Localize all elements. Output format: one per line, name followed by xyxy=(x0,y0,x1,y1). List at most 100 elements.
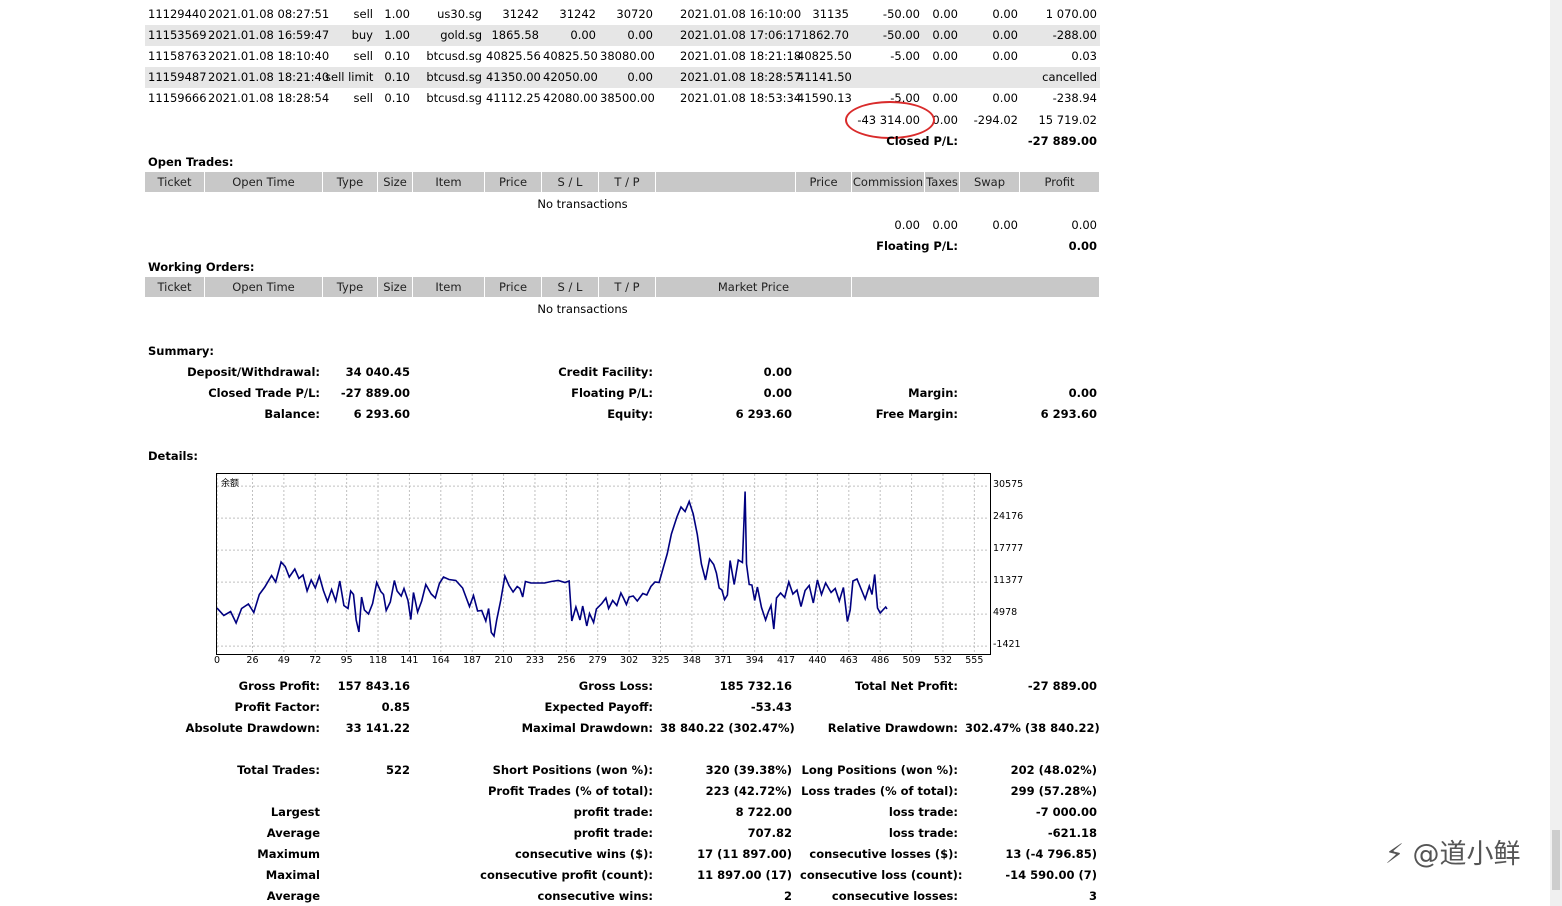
cell-open-time: 2021.01.08 18:21:40 xyxy=(208,70,330,84)
x-tick-label: 233 xyxy=(525,655,544,666)
column-header[interactable]: Size xyxy=(378,277,413,297)
cell-close-time: 2021.01.08 18:28:57 xyxy=(680,70,802,84)
cell-item: gold.sg xyxy=(440,28,482,42)
cell-commission: -5.00 xyxy=(890,49,920,63)
stat-value: 38 840.22 (302.47%) xyxy=(660,721,795,735)
column-header[interactable] xyxy=(656,172,796,192)
cell-item: btcusd.sg xyxy=(426,49,482,63)
closed-pl-label: Closed P/L: xyxy=(886,134,958,148)
stat-label: Profit Factor: xyxy=(234,700,320,714)
scrollbar-thumb[interactable] xyxy=(1552,830,1560,890)
table-row: 11159666 2021.01.08 18:28:54 sell 0.10 btcus… xyxy=(145,88,1100,109)
column-header[interactable] xyxy=(852,277,1100,297)
column-header[interactable]: Size xyxy=(378,172,413,192)
open-trades-header: Ticket Open Time Type Size Item Price S / LT /… xyxy=(145,172,1100,192)
column-header[interactable]: Price xyxy=(485,277,542,297)
open-total-taxes: 0.00 xyxy=(932,218,958,232)
stat-label: Relative Drawdown: xyxy=(827,721,958,735)
x-tick-label: 187 xyxy=(463,655,482,666)
column-header[interactable]: Open Time xyxy=(205,277,323,297)
x-tick-label: 279 xyxy=(588,655,607,666)
chart-legend-label: 余额 xyxy=(221,479,240,489)
cell-item: btcusd.sg xyxy=(426,91,482,105)
cell-profit: 1 070.00 xyxy=(1045,7,1097,21)
deposit-label: Deposit/Withdrawal: xyxy=(187,365,320,379)
stat-label: Loss trades (% of total): xyxy=(801,784,958,798)
open-trades-empty: No transactions xyxy=(537,197,628,211)
y-tick-label: 30575 xyxy=(993,479,1024,491)
column-header[interactable]: T / P xyxy=(599,172,656,192)
column-header[interactable]: Open Time xyxy=(205,172,323,192)
cell-taxes: 0.00 xyxy=(932,28,958,42)
column-header[interactable]: Price xyxy=(796,172,852,192)
stat-value: 202 (48.02%) xyxy=(1010,763,1097,777)
cell-open-time: 2021.01.08 08:27:51 xyxy=(208,7,330,21)
equity-label: Equity: xyxy=(607,407,653,421)
deposit-value: 34 040.45 xyxy=(345,365,410,379)
summary-floating-label: Floating P/L: xyxy=(571,386,653,400)
column-header[interactable]: Swap xyxy=(960,172,1020,192)
column-header[interactable]: Ticket xyxy=(145,277,205,297)
cell-size: 1.00 xyxy=(384,7,410,21)
column-header[interactable]: Type xyxy=(323,277,378,297)
column-header[interactable]: Price xyxy=(485,172,542,192)
column-header[interactable]: Item xyxy=(413,172,485,192)
cell-commission: -50.00 xyxy=(882,7,920,21)
column-header[interactable]: Commission xyxy=(852,172,925,192)
table-row: 11159487 2021.01.08 18:21:40 sell limit 0.1… xyxy=(145,67,1100,88)
closed-pl-value: -27 889.00 xyxy=(1027,134,1097,148)
cell-open-time: 2021.01.08 18:28:54 xyxy=(208,91,330,105)
cell-size: 0.10 xyxy=(384,91,410,105)
margin-label: Margin: xyxy=(908,386,958,400)
cell-price: 40825.56 xyxy=(486,49,541,63)
stat-value: 223 (42.72%) xyxy=(705,784,792,798)
cell-price: 1865.58 xyxy=(491,28,539,42)
x-tick-label: 371 xyxy=(714,655,733,666)
column-header[interactable]: T / P xyxy=(599,277,656,297)
cell-profit: -288.00 xyxy=(1052,28,1097,42)
cell-type: sell limit xyxy=(325,70,374,84)
column-header[interactable]: Item xyxy=(413,277,485,297)
watermark: ⚡ @道小鲜 xyxy=(1385,839,1521,870)
details-title: Details: xyxy=(148,449,198,463)
stat-label: Gross Profit: xyxy=(238,679,320,693)
cell-close-time: 2021.01.08 16:10:00 xyxy=(680,7,802,21)
column-header[interactable]: S / L xyxy=(542,277,599,297)
cell-close-time: 2021.01.08 17:06:17 xyxy=(680,28,802,42)
stat-value: 13 (-4 796.85) xyxy=(1005,847,1097,861)
stat-label: consecutive losses ($): xyxy=(809,847,958,861)
open-total-commission: 0.00 xyxy=(894,218,920,232)
column-header[interactable]: Market Price xyxy=(656,277,852,297)
cell-close-price: 1862.70 xyxy=(801,28,849,42)
stat-label: Total Net Profit: xyxy=(855,679,958,693)
stat-label: Maximal Drawdown: xyxy=(521,721,653,735)
stat-label: Gross Loss: xyxy=(578,679,653,693)
stat-value: -7 000.00 xyxy=(1035,805,1097,819)
column-header[interactable]: Ticket xyxy=(145,172,205,192)
x-tick-label: 141 xyxy=(400,655,419,666)
cell-close-price: 40825.50 xyxy=(797,49,852,63)
stat-value: 320 (39.38%) xyxy=(705,763,792,777)
stat-label: Profit Trades (% of total): xyxy=(487,784,653,798)
stat-label: Largest xyxy=(270,805,320,819)
x-tick-label: 555 xyxy=(965,655,984,666)
vertical-scrollbar[interactable] xyxy=(1550,0,1562,906)
x-tick-label: 256 xyxy=(557,655,576,666)
cell-tp: 30720 xyxy=(616,7,653,21)
x-tick-label: 348 xyxy=(682,655,701,666)
credit-value: 0.00 xyxy=(763,365,792,379)
x-tick-label: 72 xyxy=(309,655,322,666)
column-header[interactable]: S / L xyxy=(542,172,599,192)
column-header[interactable]: Profit xyxy=(1020,172,1100,192)
cell-close-time: 2021.01.08 18:21:18 xyxy=(680,49,802,63)
cell-close-price: 31135 xyxy=(812,7,849,21)
working-orders-empty: No transactions xyxy=(537,302,628,316)
column-header[interactable]: Taxes xyxy=(925,172,960,192)
x-tick-label: 417 xyxy=(776,655,796,666)
stat-value: 3 xyxy=(1088,889,1097,903)
free-margin-label: Free Margin: xyxy=(875,407,958,421)
column-header[interactable]: Type xyxy=(323,172,378,192)
x-tick-label: 325 xyxy=(651,655,670,666)
cell-tp: 38500.00 xyxy=(600,91,655,105)
cell-open-time: 2021.01.08 16:59:47 xyxy=(208,28,330,42)
